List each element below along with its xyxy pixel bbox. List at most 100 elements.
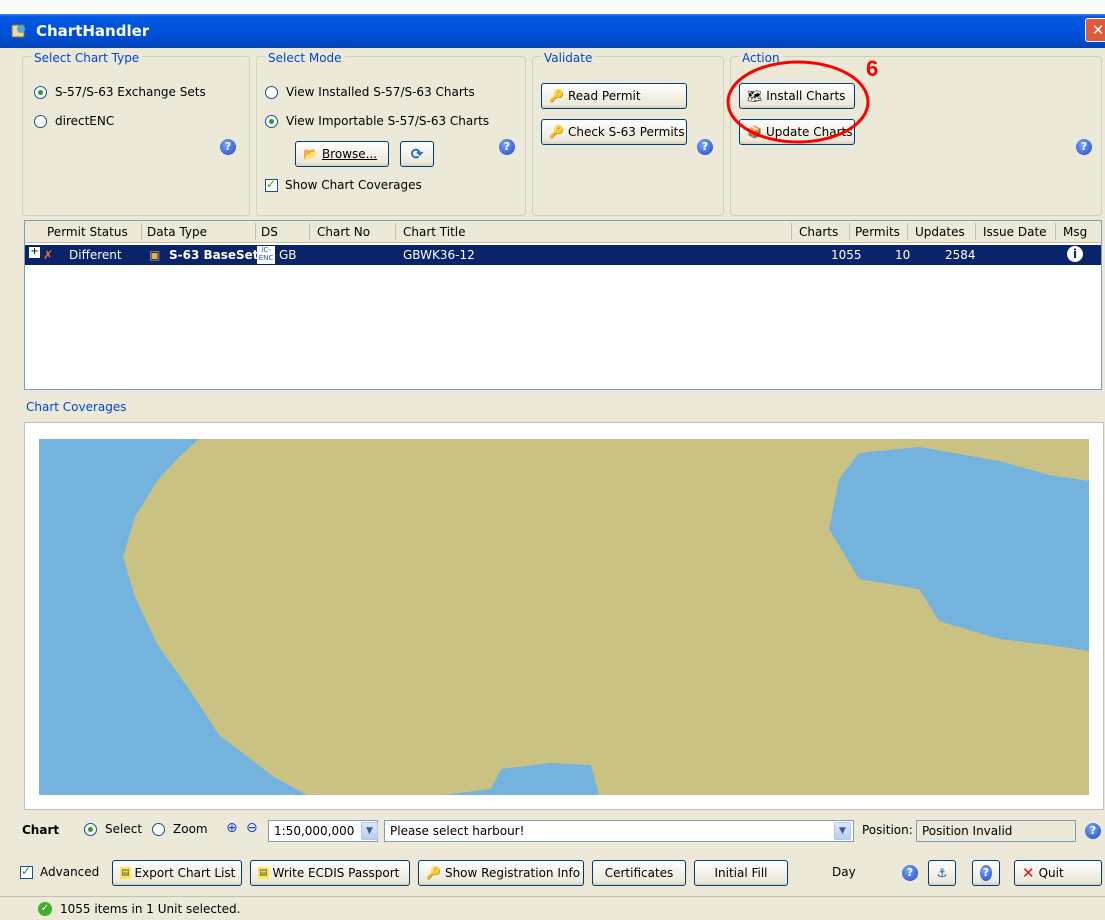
table-row[interactable]: + ✗ Different ▣ S-63 BaseSet IC-ENC GB G… (25, 245, 1101, 265)
col-permits[interactable]: Permits (855, 225, 900, 239)
col-chart-title[interactable]: Chart Title (403, 225, 466, 239)
coverage-map-canvas (39, 439, 1089, 795)
scale-value: 1:50,000,000 (274, 824, 355, 838)
radio-view-importable-dot (265, 114, 278, 128)
help-icon[interactable]: ? (902, 865, 918, 881)
help-icon[interactable]: ? (499, 139, 515, 155)
radio-view-importable[interactable]: View Importable S-57/S-63 Charts (265, 114, 489, 128)
zoom-in-icon[interactable]: ⊕ (226, 820, 238, 836)
radio-directenc-label: directENC (55, 114, 115, 128)
export-chart-list-label: Export Chart List (134, 866, 236, 880)
annotation-circle (726, 60, 870, 144)
refresh-button[interactable]: ⟳ (400, 141, 434, 167)
radio-view-installed-dot (265, 85, 278, 99)
export-chart-list-button[interactable]: ▤ Export Chart List (112, 860, 242, 886)
folder-icon: 📂 (303, 147, 318, 161)
advanced-label: Advanced (40, 865, 100, 879)
certificates-label: Certificates (604, 866, 674, 880)
col-msg[interactable]: Msg (1063, 225, 1087, 239)
radio-exchange-sets[interactable]: S-57/S-63 Exchange Sets (34, 85, 206, 99)
info-icon[interactable]: i (1067, 246, 1083, 262)
chart-toolbar: Chart Select Zoom ⊕ ⊖ 1:50,000,000 ▼ Ple… (0, 818, 1105, 846)
window-title: ChartHandler (36, 22, 150, 40)
radio-view-installed[interactable]: View Installed S-57/S-63 Charts (265, 85, 475, 99)
select-mode-legend: Select Mode (265, 51, 345, 65)
close-button[interactable]: ✕ (1085, 18, 1105, 42)
radio-view-importable-label: View Importable S-57/S-63 Charts (286, 114, 490, 128)
radio-select[interactable]: Select (84, 822, 142, 836)
certificates-button[interactable]: Certificates (592, 860, 686, 886)
col-chart-no[interactable]: Chart No (317, 225, 370, 239)
show-coverages-checkbox[interactable]: Show Chart Coverages (265, 177, 422, 192)
keys-icon: 🔑 (426, 866, 441, 880)
radio-zoom[interactable]: Zoom (152, 822, 208, 836)
help-icon[interactable]: ? (1076, 139, 1092, 155)
select-chart-type-group: Select Chart Type S-57/S-63 Exchange Set… (22, 51, 250, 216)
read-permit-button[interactable]: 🔑 Read Permit (541, 83, 687, 109)
help-icon[interactable]: ? (220, 139, 236, 155)
app-icon (11, 24, 25, 38)
updates-cell: 2584 (945, 248, 976, 262)
title-bar: ChartHandler ✕ (0, 14, 1105, 48)
chart-coverages-label: Chart Coverages (26, 400, 127, 414)
col-updates[interactable]: Updates (915, 225, 965, 239)
browse-button-label: Browse... (321, 147, 378, 161)
show-coverages-label: Show Chart Coverages (285, 178, 422, 192)
col-issue-date[interactable]: Issue Date (983, 225, 1047, 239)
expand-icon[interactable]: + (29, 247, 40, 258)
anchor-icon: ⚓ (936, 866, 948, 880)
passport-icon: ▤ (258, 867, 269, 879)
write-ecdis-passport-button[interactable]: ▤ Write ECDIS Passport (250, 860, 410, 886)
advanced-checkbox[interactable]: Advanced (20, 864, 100, 879)
help-icon: ? (980, 865, 992, 881)
harbour-select[interactable]: Please select harbour! (384, 820, 854, 842)
browse-button[interactable]: 📂 Browse... (295, 141, 389, 167)
anchor-button[interactable]: ⚓ (928, 860, 956, 886)
annotation-number: 6 (866, 56, 879, 81)
close-icon: ✕ (1022, 864, 1035, 882)
radio-exchange-sets-label: S-57/S-63 Exchange Sets (55, 85, 206, 99)
day-label: Day (832, 865, 856, 879)
help-icon[interactable]: ? (697, 139, 713, 155)
help-button[interactable]: ? (972, 860, 1000, 886)
refresh-icon: ⟳ (410, 145, 424, 163)
bottom-toolbar: Advanced ▤ Export Chart List ▤ Write ECD… (0, 856, 1105, 890)
radio-select-dot (84, 822, 97, 836)
show-coverages-check (265, 177, 278, 192)
col-data-type[interactable]: Data Type (147, 225, 207, 239)
chart-list-icon: ▤ (120, 867, 131, 879)
check-permits-label: Check S-63 Permits (567, 125, 685, 139)
radio-select-label: Select (105, 822, 143, 836)
data-type-cell: S-63 BaseSet (169, 248, 259, 262)
col-ds[interactable]: DS (261, 225, 278, 239)
chart-title-cell: GBWK36-12 (403, 248, 475, 262)
select-chart-type-legend: Select Chart Type (31, 51, 143, 65)
show-registration-label: Show Registration Info (444, 866, 581, 880)
help-icon[interactable]: ? (1085, 823, 1101, 839)
position-value: Position Invalid (922, 824, 1013, 838)
permit-warning-icon: ✗ (43, 248, 54, 262)
chevron-down-icon[interactable]: ▼ (361, 822, 378, 840)
status-bar: ✓ 1055 items in 1 Unit selected. (0, 896, 1105, 920)
col-charts[interactable]: Charts (799, 225, 838, 239)
check-permits-button[interactable]: 🔑 Check S-63 Permits (541, 119, 687, 145)
permit-status-cell: Different (69, 248, 122, 262)
table-header: Permit Status Data Type DS Chart No Char… (25, 221, 1101, 243)
initial-fill-label: Initial Fill (714, 866, 768, 880)
chart-coverage-map[interactable] (24, 422, 1104, 810)
advanced-check (20, 864, 33, 879)
write-passport-label: Write ECDIS Passport (272, 866, 400, 880)
ds-cell: GB (279, 248, 297, 262)
zoom-out-icon[interactable]: ⊖ (246, 820, 258, 836)
radio-directenc[interactable]: directENC (34, 114, 114, 128)
col-permit-status[interactable]: Permit Status (47, 225, 128, 239)
show-registration-info-button[interactable]: 🔑 Show Registration Info (418, 860, 584, 886)
initial-fill-button[interactable]: Initial Fill (694, 860, 788, 886)
validate-group: Validate 🔑 Read Permit 🔑 Check S-63 Perm… (532, 51, 724, 216)
quit-button[interactable]: ✕ Quit (1014, 860, 1102, 886)
radio-directenc-dot (34, 114, 47, 128)
select-mode-group: Select Mode View Installed S-57/S-63 Cha… (256, 51, 526, 216)
chart-label: Chart (22, 823, 60, 837)
chevron-down-icon[interactable]: ▼ (834, 822, 851, 840)
radio-exchange-sets-dot (34, 85, 47, 99)
